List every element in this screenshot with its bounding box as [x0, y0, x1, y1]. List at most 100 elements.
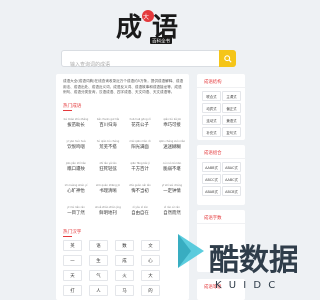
- idiom-item[interactable]: qiān cháng zuò niǎo 迷迷糊糊: [159, 136, 185, 154]
- idiom-word: 千方百计: [131, 166, 149, 172]
- idiom-item[interactable]: zì yóu zì zài 自由自在: [127, 202, 153, 220]
- char-row: 天 气 火 大: [63, 270, 185, 281]
- idiom-item[interactable]: bǎi chuān guī hǎi 百川归海: [95, 114, 121, 132]
- idiom-word: 自由自在: [131, 210, 149, 216]
- char-row: 一 生 成 心: [63, 255, 185, 266]
- idiom-item[interactable]: shū quán zhēng jū 书理清晰: [95, 180, 121, 198]
- idiom-item[interactable]: yī shì wú chéng 一定钟情: [159, 180, 185, 198]
- idiom-word: 乖巧可接: [163, 122, 181, 128]
- idiom-word: 迷迷糊糊: [163, 144, 181, 150]
- idiom-item[interactable]: huā huā gōng zǐ 花花公子: [127, 114, 153, 132]
- char-item[interactable]: 语: [89, 240, 108, 251]
- header: 成 语 大 百科全书: [0, 0, 300, 74]
- hot-idioms-title: 热门成语: [63, 104, 82, 111]
- structure-tag[interactable]: 主谓式: [222, 91, 241, 101]
- idiom-item[interactable]: yī yāo huò huà 饮恨鸣咽: [63, 136, 89, 154]
- structure-title: 成语结构: [204, 80, 222, 85]
- idiom-word: 荒芜不搭: [99, 144, 117, 150]
- idiom-word: 花花公子: [131, 122, 149, 128]
- idiom-word: 百川归海: [99, 122, 117, 128]
- site-logo[interactable]: 成 语 大 百科全书: [112, 4, 188, 46]
- play-icon: [178, 234, 204, 268]
- char-item[interactable]: 的: [141, 285, 160, 296]
- idiom-word: 悔不当初: [131, 188, 149, 194]
- idiom-item[interactable]: zhè guǎn nǎi lǎo 悔不当初: [127, 180, 153, 198]
- divider: [197, 87, 245, 88]
- divider: [197, 223, 245, 224]
- intro-text: 成语大全(成语词典)在线查询收录近万个成语约5万条，提供成语解释、成语用法、成语…: [63, 79, 184, 95]
- char-item[interactable]: 人: [89, 285, 108, 296]
- search-icon: [223, 54, 232, 63]
- main-content: 成语大全(成语词典)在线查询收录近万个成语约5万条，提供成语解释、成语用法、成语…: [56, 74, 189, 300]
- char-item[interactable]: 文: [141, 240, 160, 251]
- combo-tag[interactable]: ABAB式: [202, 186, 221, 196]
- idiom-word: 一定钟情: [163, 188, 181, 194]
- combo-tag[interactable]: AABC式: [222, 174, 241, 184]
- combo-tag[interactable]: AABB式: [202, 162, 221, 172]
- structure-tag[interactable]: 动宾式: [202, 103, 221, 113]
- char-item[interactable]: 数: [115, 240, 134, 251]
- idiom-word: 自然而然: [163, 210, 181, 216]
- idiom-word: 书理清晰: [99, 188, 117, 194]
- char-item[interactable]: 成: [115, 255, 134, 266]
- idiom-item[interactable]: hú qiǎo bù chéng 荒芜不搭: [95, 136, 121, 154]
- idiom-word: 一目了然: [67, 210, 85, 216]
- idiom-word: 饮恨鸣咽: [67, 144, 85, 150]
- combo-tag[interactable]: ABCC式: [202, 174, 221, 184]
- idiom-word: 瞧口遭殃: [67, 166, 85, 172]
- char-item[interactable]: 天: [63, 270, 82, 281]
- structure-panel: 成语结构 联合式 主谓式 动宾式 偏正式 连动式 兼语式 补充式 复句式: [197, 74, 245, 140]
- idiom-word: 阳光满面: [131, 144, 149, 150]
- svg-text:酷数据: 酷数据: [209, 243, 297, 278]
- idiom-item[interactable]: shuǎ zhǎo zhǎn jìng 鲜明地刊: [95, 202, 121, 220]
- char-item[interactable]: 火: [115, 270, 134, 281]
- divider: [197, 158, 245, 159]
- structure-tag[interactable]: 兼语式: [222, 115, 241, 125]
- idiom-word: 狂死轻弦: [99, 166, 117, 172]
- idiom-item[interactable]: yī mù liǎo rán 一目了然: [63, 202, 89, 220]
- structure-tag[interactable]: 偏正式: [222, 103, 241, 113]
- idiom-item[interactable]: qiǎo bù kě jiē 乖巧可接: [159, 114, 185, 132]
- idiom-item[interactable]: xīn kuàng shén yí 心旷神怡: [63, 180, 89, 198]
- char-row: 打 人 马 的: [63, 285, 185, 296]
- idiom-item[interactable]: méi qiāo mǎn dì 阳光满面: [127, 136, 153, 154]
- combo-tag[interactable]: ABAC式: [222, 162, 241, 172]
- idiom-item[interactable]: zì rán ér rán 自然而然: [159, 202, 185, 220]
- char-item[interactable]: 大: [141, 270, 160, 281]
- search-button[interactable]: [219, 50, 236, 67]
- idiom-item[interactable]: bá miáo zhù zhǎng 拔苗助长: [63, 114, 89, 132]
- idiom-row: xīn kuàng shén yí 心旷神怡 shū quán zhēng jū 书…: [63, 180, 185, 198]
- char-item[interactable]: 英: [63, 240, 82, 251]
- idiom-word: 拔苗助长: [67, 122, 85, 128]
- char-item[interactable]: 马: [115, 285, 134, 296]
- combo-panel: 成语组合 AABB式 ABAC式 ABCC式 AABC式 ABAB式 ABCB式: [197, 145, 245, 205]
- idiom-item[interactable]: zhǐ lǎo yě lǎo 狂死轻弦: [95, 158, 121, 176]
- idiom-row: bá miáo zhù zhǎng 拔苗助长 bǎi chuān guī hǎi 百…: [63, 114, 185, 132]
- idiom-item[interactable]: jiāo jiǎn zhǐ liǎn 瞧口遭殃: [63, 158, 89, 176]
- idiom-item[interactable]: cuì ruò bù kān 脆弱不堪: [159, 158, 185, 176]
- char-item[interactable]: 生: [89, 255, 108, 266]
- idiom-item[interactable]: qiān fāng bǎi jì 千方百计: [127, 158, 153, 176]
- combo-title: 成语组合: [204, 151, 222, 156]
- idiom-word: 脆弱不堪: [163, 166, 181, 172]
- structure-tag[interactable]: 复句式: [222, 127, 241, 137]
- structure-tag[interactable]: 补充式: [202, 127, 221, 137]
- char-count-title: 成语字数: [204, 216, 222, 221]
- structure-tag[interactable]: 联合式: [202, 91, 221, 101]
- structure-tag[interactable]: 连动式: [202, 115, 221, 125]
- idiom-word: 心旷神怡: [67, 188, 85, 194]
- svg-text:百科全书: 百科全书: [152, 38, 170, 45]
- char-item[interactable]: 一: [63, 255, 82, 266]
- svg-text:大: 大: [143, 13, 149, 21]
- char-row: 英 语 数 文: [63, 240, 185, 251]
- char-item[interactable]: 心: [141, 255, 160, 266]
- search-input[interactable]: [62, 57, 212, 73]
- char-item[interactable]: 打: [63, 285, 82, 296]
- idiom-row: yī yāo huò huà 饮恨鸣咽 hú qiǎo bù chéng 荒芜不搭 …: [63, 136, 185, 154]
- watermark-logo: 酷数据 K U I D C: [209, 243, 297, 291]
- hot-idioms-grid: bá miáo zhù zhǎng 拔苗助长 bǎi chuān guī hǎi 百…: [63, 114, 185, 224]
- char-item[interactable]: 气: [89, 270, 108, 281]
- idiom-row: jiāo jiǎn zhǐ liǎn 瞧口遭殃 zhǐ lǎo yě lǎo 狂死轻…: [63, 158, 185, 176]
- search-box: [61, 50, 236, 73]
- combo-tag[interactable]: ABCB式: [222, 186, 241, 196]
